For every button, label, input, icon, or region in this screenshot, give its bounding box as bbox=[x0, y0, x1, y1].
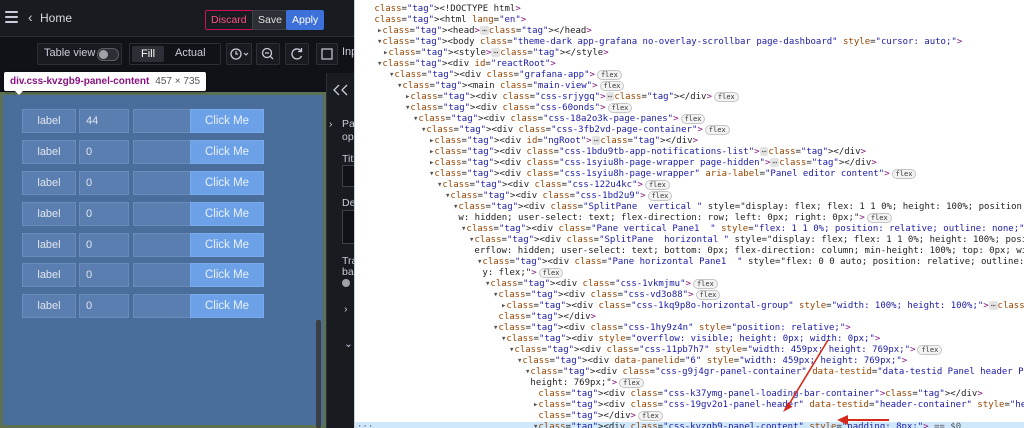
options-heading-2: op bbox=[342, 131, 354, 143]
table-view-toggle[interactable]: Table view bbox=[37, 43, 122, 65]
section-chevron-down-icon[interactable]: ⌄ bbox=[344, 338, 353, 350]
tooltip-size: 457 × 735 bbox=[155, 76, 201, 87]
row-label: label bbox=[22, 233, 76, 257]
click-me-button[interactable]: Click Me bbox=[190, 202, 264, 226]
table-view-label: Table view bbox=[44, 47, 96, 59]
click-me-button[interactable]: Click Me bbox=[190, 233, 264, 257]
panel-row: label 0 Click Me bbox=[22, 294, 264, 318]
fill-option[interactable]: Fill bbox=[132, 46, 164, 62]
row-value: 0 bbox=[79, 294, 129, 318]
row-label: label bbox=[22, 140, 76, 164]
row-label: label bbox=[22, 171, 76, 195]
click-me-button[interactable]: Click Me bbox=[190, 140, 264, 164]
inspect-tooltip: div.css-kvzgb9-panel-content 457 × 735 bbox=[4, 72, 207, 91]
zoom-out-button[interactable] bbox=[256, 43, 280, 65]
panel-row: label 0 Click Me bbox=[22, 140, 264, 164]
refresh-button[interactable] bbox=[285, 43, 309, 65]
breadcrumb-home[interactable]: Home bbox=[40, 11, 72, 25]
fill-actual-segment: Fill Actual bbox=[129, 43, 221, 65]
save-button[interactable]: Save bbox=[252, 10, 288, 30]
transparent-toggle[interactable] bbox=[342, 279, 350, 287]
row-label: label bbox=[22, 202, 76, 226]
row-value: 0 bbox=[79, 140, 129, 164]
click-me-button[interactable]: Click Me bbox=[190, 171, 264, 195]
options-heading: Pa bbox=[342, 118, 354, 130]
zoom-out-icon bbox=[261, 47, 274, 60]
inspect-icon bbox=[321, 48, 333, 60]
tooltip-arrow bbox=[14, 90, 24, 95]
description-label: De bbox=[342, 197, 354, 209]
top-navbar: ‹ Home Discard Save Apply bbox=[0, 0, 354, 37]
grafana-panel-editor: ‹ Home Discard Save Apply Table view Fil… bbox=[0, 0, 354, 428]
panel-row: label 0 Click Me bbox=[22, 202, 264, 226]
toggle-switch[interactable] bbox=[97, 48, 119, 61]
time-picker-button[interactable] bbox=[226, 43, 252, 65]
row-value: 0 bbox=[79, 263, 129, 287]
title-label: Titl bbox=[342, 153, 354, 165]
title-input[interactable] bbox=[342, 165, 354, 187]
click-me-button[interactable]: Click Me bbox=[190, 263, 264, 287]
panel-row: label 0 Click Me bbox=[22, 263, 264, 287]
panel-row: label 0 Click Me bbox=[22, 233, 264, 257]
inspect-label[interactable]: Inp bbox=[342, 46, 354, 58]
collapse-chevron-icon[interactable]: › bbox=[329, 118, 333, 130]
row-label: label bbox=[22, 263, 76, 287]
row-label: label bbox=[22, 109, 76, 133]
row-value: 44 bbox=[79, 109, 129, 133]
row-value: 0 bbox=[79, 233, 129, 257]
refresh-icon bbox=[291, 48, 303, 60]
clock-icon bbox=[230, 48, 249, 60]
transparent-label-2: bac bbox=[342, 266, 354, 278]
apply-button[interactable]: Apply bbox=[286, 10, 325, 30]
description-input[interactable] bbox=[342, 210, 354, 244]
row-value: 0 bbox=[79, 202, 129, 226]
annotation-arrows bbox=[783, 339, 889, 425]
actual-option[interactable]: Actual bbox=[175, 47, 206, 59]
section-chevron-icon[interactable]: › bbox=[344, 303, 348, 315]
scrollbar[interactable] bbox=[316, 320, 321, 428]
chevron-left-icon[interactable]: ‹ bbox=[28, 9, 33, 25]
discard-button[interactable]: Discard bbox=[205, 10, 253, 30]
collapse-icon[interactable] bbox=[331, 83, 351, 97]
panel-row: label 0 Click Me bbox=[22, 171, 264, 195]
row-value: 0 bbox=[79, 171, 129, 195]
row-label: label bbox=[22, 294, 76, 318]
inspect-button[interactable] bbox=[316, 43, 338, 65]
devtools-elements-panel: class="tag"><!DOCTYPE html> class="tag">… bbox=[354, 0, 1024, 428]
click-me-button[interactable]: Click Me bbox=[190, 109, 264, 133]
tooltip-selector: div.css-kvzgb9-panel-content bbox=[10, 76, 150, 87]
click-me-button[interactable]: Click Me bbox=[190, 294, 264, 318]
panel-row: label 44 Click Me bbox=[22, 109, 264, 133]
menu-icon[interactable] bbox=[5, 11, 18, 23]
